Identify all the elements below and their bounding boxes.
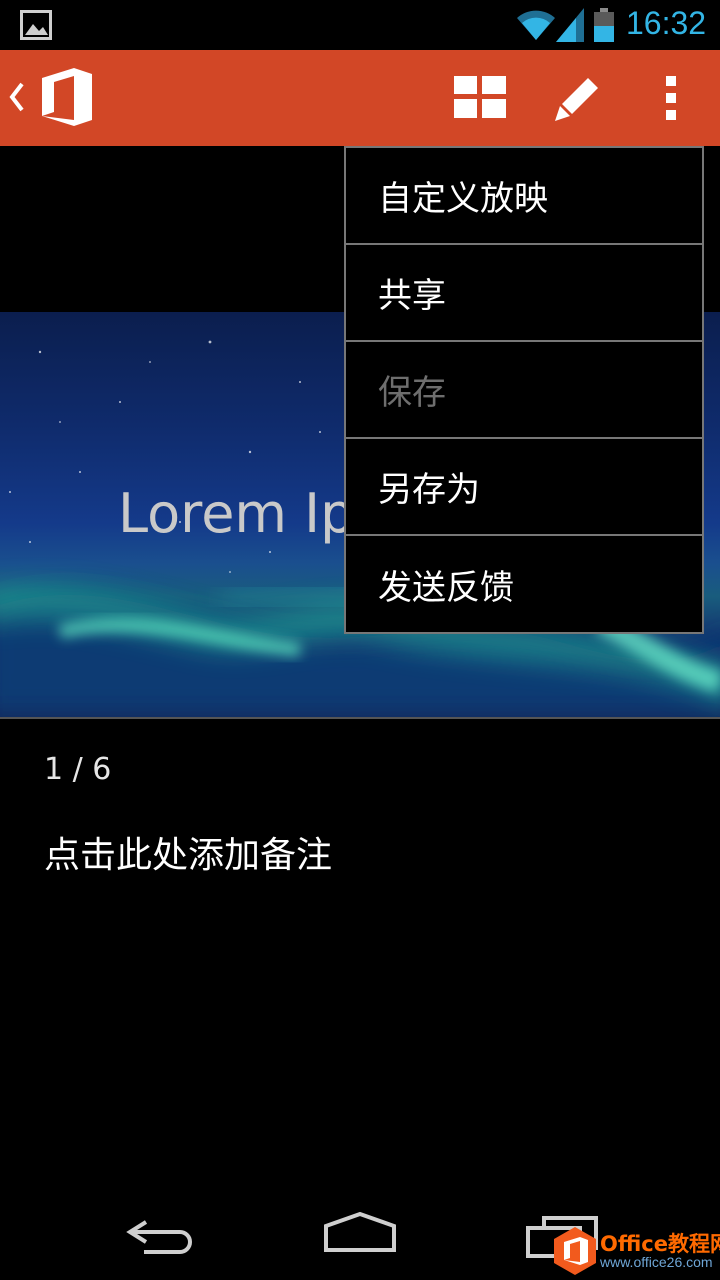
- back-icon[interactable]: [124, 1214, 196, 1254]
- overflow-menu: 自定义放映 共享 保存 另存为 发送反馈: [344, 146, 704, 634]
- signal-icon: [556, 8, 584, 42]
- menu-item-save-as[interactable]: 另存为: [346, 439, 702, 536]
- menu-item-send-feedback[interactable]: 发送反馈: [346, 536, 702, 633]
- slide-title: Lorem Ip: [118, 482, 355, 545]
- slide-grid-icon[interactable]: [454, 76, 506, 118]
- watermark-url: www.office26.com: [600, 1254, 713, 1270]
- status-bar: 16:32: [0, 0, 720, 50]
- watermark-office-logo-icon: [554, 1227, 596, 1275]
- office-logo-icon[interactable]: [40, 66, 94, 128]
- menu-item-save[interactable]: 保存: [346, 342, 702, 439]
- image-notification-icon: [20, 10, 52, 40]
- action-bar: [0, 50, 720, 146]
- notes-placeholder[interactable]: 点击此处添加备注: [44, 826, 332, 878]
- wifi-icon: [517, 10, 555, 40]
- watermark: Office教程网 www.office26.com: [552, 1226, 720, 1276]
- home-icon[interactable]: [322, 1212, 398, 1254]
- edit-pencil-icon[interactable]: [552, 74, 602, 122]
- back-chevron-icon[interactable]: [8, 78, 26, 116]
- menu-item-custom-show[interactable]: 自定义放映: [346, 148, 702, 245]
- status-clock: 16:32: [626, 5, 707, 41]
- overflow-menu-icon[interactable]: [656, 74, 686, 122]
- slide-counter: 1 / 6: [44, 752, 112, 787]
- battery-icon: [594, 8, 614, 42]
- menu-item-share[interactable]: 共享: [346, 245, 702, 342]
- slide-divider: [0, 717, 720, 719]
